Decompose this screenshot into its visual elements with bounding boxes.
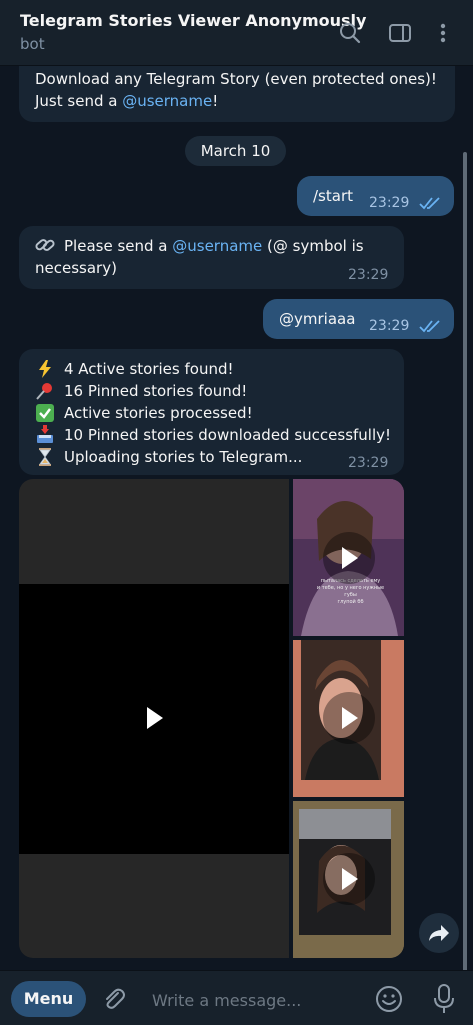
play-icon (342, 547, 358, 569)
play-icon (147, 707, 163, 729)
username-link[interactable]: @username (122, 92, 212, 110)
intro-line-1: Download any Telegram Story (even protec… (35, 70, 437, 88)
status-line-5: Uploading stories to Telegram... (64, 448, 303, 466)
paperclip-icon[interactable] (100, 985, 128, 1013)
status-line-2: 16 Pinned stories found! (64, 382, 248, 400)
link-icon (35, 239, 55, 251)
microphone-icon[interactable] (430, 983, 458, 1015)
message-text-end: (@ symbol is (262, 237, 364, 255)
media-album[interactable]: пыталась сделать ему и тебе, но у него н… (19, 479, 404, 958)
message-text: Please send a (64, 237, 173, 255)
chat-subtitle: bot (20, 35, 45, 53)
double-check-icon (419, 320, 440, 333)
chat-header[interactable]: Telegram Stories Viewer Anonymously bot (0, 0, 473, 66)
play-button[interactable] (323, 692, 375, 744)
status-line-3: Active stories processed! (64, 404, 253, 422)
please-send-line-2: necessary) (35, 259, 117, 277)
scrollbar[interactable] (463, 152, 467, 970)
status-line-4: 10 Pinned stories downloaded successfull… (64, 426, 392, 444)
intro-message[interactable]: Download any Telegram Story (even protec… (19, 66, 455, 122)
sidebar-toggle-icon[interactable] (387, 20, 413, 46)
menu-button[interactable]: Menu (11, 981, 86, 1017)
chat-title[interactable]: Telegram Stories Viewer Anonymously (20, 11, 366, 30)
message-composer[interactable]: Menu (0, 970, 473, 1025)
message-time: 23:29 (369, 318, 410, 334)
video-thumbnail-large[interactable] (19, 479, 289, 958)
inbox-tray-icon (37, 425, 53, 443)
play-button[interactable] (323, 853, 375, 905)
lightning-icon (39, 360, 51, 378)
share-arrow-icon (429, 925, 449, 941)
chat-area[interactable]: Download any Telegram Story (even protec… (0, 66, 473, 970)
message-time: 23:29 (348, 267, 389, 283)
message-text: /start (313, 187, 353, 205)
outgoing-message-start[interactable]: /start 23:29 (297, 176, 454, 216)
video-thumbnail-1[interactable]: пыталась сделать ему и тебе, но у него н… (293, 479, 404, 636)
double-check-icon (419, 197, 440, 210)
check-box-icon (36, 404, 54, 422)
message-text: @ymriaaa (279, 310, 356, 328)
message-time: 23:29 (348, 455, 389, 471)
play-icon (342, 707, 358, 729)
pushpin-icon (36, 383, 52, 400)
status-line-1: 4 Active stories found! (64, 360, 234, 378)
emoji-icon[interactable] (374, 984, 404, 1014)
video-thumbnail-2[interactable] (293, 640, 404, 797)
username-link[interactable]: @username (172, 237, 262, 255)
intro-line-2: Just send a @username! (35, 90, 218, 112)
play-icon (342, 868, 358, 890)
incoming-message-please-send[interactable]: Please send a @username (@ symbol is nec… (19, 226, 404, 289)
outgoing-message-username[interactable]: @ymriaaa 23:29 (263, 299, 454, 339)
message-input[interactable] (150, 985, 364, 1015)
search-icon[interactable] (337, 20, 363, 46)
incoming-message-status[interactable]: 4 Active stories found! 16 Pinned storie… (19, 349, 404, 475)
more-vertical-icon[interactable] (430, 20, 456, 46)
hourglass-icon (39, 448, 51, 466)
play-button[interactable] (128, 692, 180, 744)
video-thumbnail-3[interactable] (293, 801, 404, 958)
message-time: 23:29 (369, 195, 410, 211)
forward-button[interactable] (419, 913, 459, 953)
intro-text: Just send a (35, 92, 123, 110)
play-button[interactable] (323, 532, 375, 584)
please-send-line-1: Please send a @username (@ symbol is (64, 235, 364, 257)
intro-text-end: ! (212, 92, 219, 110)
date-separator: March 10 (185, 136, 286, 166)
